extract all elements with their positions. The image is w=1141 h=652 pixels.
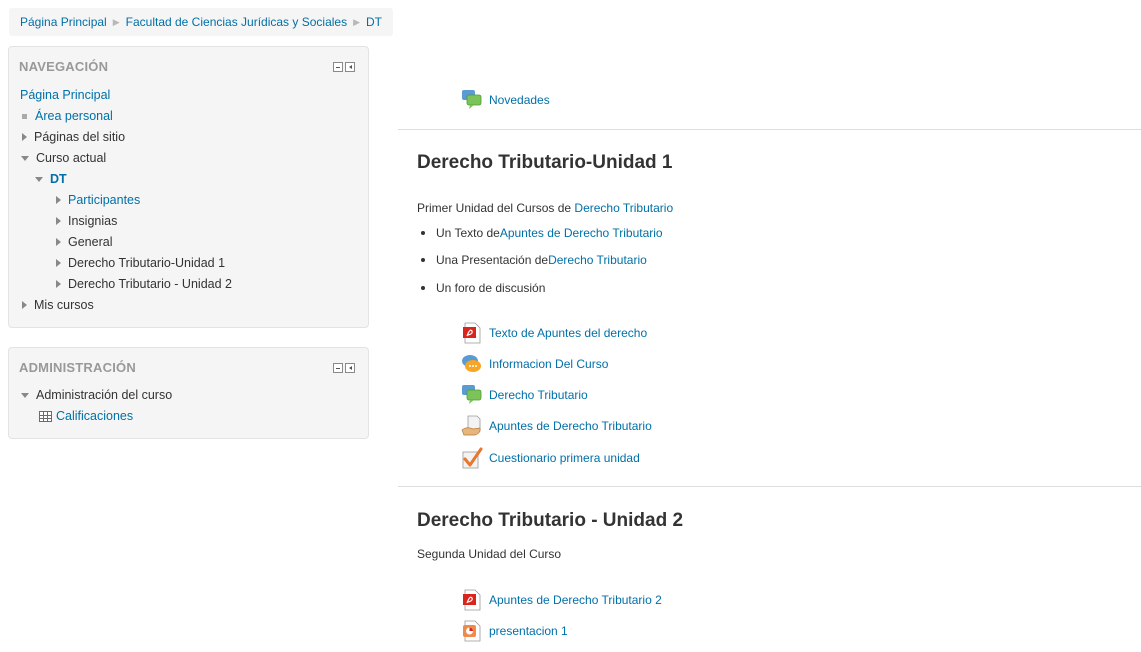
nav-course-dt[interactable]: DT [35,172,67,186]
breadcrumb: Página Principal ▶ Facultad de Ciencias … [9,8,393,36]
nav-paginas-sitio[interactable]: Páginas del sitio [22,130,125,144]
bullet-icon [421,258,425,262]
activity-item[interactable]: Texto de Apuntes del derecho [461,322,647,344]
quiz-icon [461,447,483,469]
unit-1-title: Derecho Tributario-Unidad 1 [417,152,673,173]
navigation-block: NAVEGACIÓN Página Principal Área persona… [8,46,369,328]
activity-item[interactable]: presentacion 1 [461,620,568,642]
expand-arrow-icon [56,217,61,225]
activity-link[interactable]: Apuntes de Derecho Tributario [489,419,652,433]
activity-link[interactable]: Derecho Tributario [489,388,588,402]
activity-item[interactable]: Informacion Del Curso [461,353,608,375]
breadcrumb-faculty[interactable]: Facultad de Ciencias Jurídicas y Sociale… [126,15,347,29]
unit-2-title: Derecho Tributario - Unidad 2 [417,510,684,531]
navigation-block-title: NAVEGACIÓN [19,59,109,74]
administration-block: ADMINISTRACIÓN Administración del curso … [8,347,369,439]
admin-course-admin-label: Administración del curso [36,388,173,402]
breadcrumb-separator-icon: ▶ [353,16,360,27]
dock-icon[interactable] [345,363,355,373]
bullet-text: Un Texto de [436,226,500,240]
bullet-link[interactable]: Derecho Tributario [548,253,647,267]
section-divider [398,486,1141,487]
block-controls [333,62,355,72]
pdf-icon [461,322,483,344]
activity-link[interactable]: Apuntes de Derecho Tributario 2 [489,593,662,607]
collapse-arrow-icon [21,155,29,161]
bullet-link[interactable]: Apuntes de Derecho Tributario [500,226,663,240]
powerpoint-icon [461,620,483,642]
bullet-icon [22,113,27,119]
news-forum-activity[interactable]: Novedades [461,89,550,111]
chat-icon [461,353,483,375]
expand-arrow-icon [22,133,27,141]
activity-link[interactable]: Informacion Del Curso [489,357,608,371]
nav-participantes[interactable]: Participantes [56,193,140,207]
nav-home-link[interactable]: Página Principal [20,88,110,102]
nav-home: Página Principal [20,88,110,102]
unit-1-bullet: Un foro de discusión [421,281,545,295]
nav-insignias-label: Insignias [68,214,118,228]
dock-icon[interactable] [345,62,355,72]
pdf-icon [461,589,483,611]
breadcrumb-separator-icon: ▶ [112,16,120,27]
news-forum-link[interactable]: Novedades [489,93,550,107]
nav-mis-cursos[interactable]: Mis cursos [22,298,94,312]
bullet-icon [421,286,425,290]
breadcrumb-home[interactable]: Página Principal [20,15,107,29]
grades-table-icon [39,410,52,422]
admin-grades-link[interactable]: Calificaciones [56,409,133,423]
nav-curso-actual[interactable]: Curso actual [21,151,106,165]
unit-1-summary-text: Primer Unidad del Cursos de [417,201,575,215]
expand-arrow-icon [56,238,61,246]
nav-area-personal: Área personal [21,109,113,123]
activity-item[interactable]: Apuntes de Derecho Tributario [461,415,652,437]
bullet-text: Una Presentación de [436,253,549,267]
forum-icon [461,89,483,111]
expand-arrow-icon [56,280,61,288]
nav-insignias[interactable]: Insignias [56,214,117,228]
activity-link[interactable]: Cuestionario primera unidad [489,451,640,465]
unit-1-summary: Primer Unidad del Cursos de Derecho Trib… [417,201,673,215]
nav-unidad-1[interactable]: Derecho Tributario-Unidad 1 [56,256,225,270]
nav-general-label: General [68,235,113,249]
unit-1-bullet: Un Texto de Apuntes de Derecho Tributari… [421,226,663,240]
collapse-icon[interactable] [333,363,343,373]
breadcrumb-course[interactable]: DT [366,15,382,29]
admin-course-admin[interactable]: Administración del curso [21,388,172,402]
collapse-arrow-icon [35,176,43,182]
assignment-icon [461,415,483,437]
activity-link[interactable]: Texto de Apuntes del derecho [489,326,647,340]
collapse-arrow-icon [21,392,29,398]
nav-curso-actual-label: Curso actual [36,151,107,165]
expand-arrow-icon [56,196,61,204]
nav-paginas-sitio-label: Páginas del sitio [34,130,126,144]
unit-2-summary: Segunda Unidad del Curso [417,547,562,561]
nav-participantes-link[interactable]: Participantes [68,193,140,207]
activity-item[interactable]: Cuestionario primera unidad [461,447,640,469]
block-controls [333,363,355,373]
bullet-icon [421,231,425,235]
bullet-text: Un foro de discusión [436,281,546,295]
expand-arrow-icon [56,259,61,267]
activity-item[interactable]: Apuntes de Derecho Tributario 2 [461,589,662,611]
forum-icon [461,384,483,406]
nav-unidad-2-label: Derecho Tributario - Unidad 2 [68,277,232,291]
expand-arrow-icon [22,301,27,309]
section-divider [398,129,1141,130]
activity-link[interactable]: presentacion 1 [489,624,568,638]
nav-unidad-2[interactable]: Derecho Tributario - Unidad 2 [56,277,232,291]
nav-mis-cursos-label: Mis cursos [34,298,94,312]
nav-area-personal-link[interactable]: Área personal [35,109,113,123]
collapse-icon[interactable] [333,62,343,72]
nav-course-dt-label[interactable]: DT [50,172,67,186]
administration-block-title: ADMINISTRACIÓN [19,360,136,375]
nav-general[interactable]: General [56,235,112,249]
nav-unidad-1-label: Derecho Tributario-Unidad 1 [68,256,226,270]
admin-grades[interactable]: Calificaciones [39,409,133,423]
unit-1-bullet: Una Presentación de Derecho Tributario [421,253,647,267]
activity-item[interactable]: Derecho Tributario [461,384,588,406]
unit-1-summary-link[interactable]: Derecho Tributario [574,201,673,215]
